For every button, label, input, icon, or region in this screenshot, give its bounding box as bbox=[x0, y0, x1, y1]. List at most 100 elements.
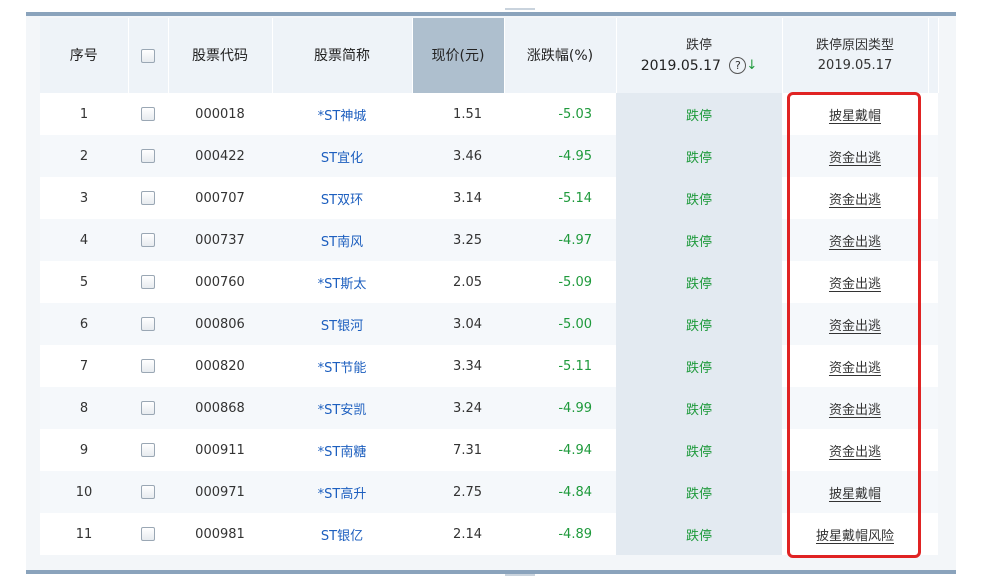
cell-change: -4.97 bbox=[504, 219, 616, 261]
checkbox-icon[interactable] bbox=[141, 233, 155, 247]
cell-name-link[interactable]: *ST斯太 bbox=[272, 261, 412, 303]
cell-code: 000018 bbox=[168, 93, 272, 135]
header-select-all[interactable] bbox=[128, 18, 169, 93]
arrow-down-icon[interactable]: ↓ bbox=[746, 58, 757, 73]
cell-reason-link[interactable]: 资金出逃 bbox=[782, 135, 928, 177]
cell-reason-link[interactable]: 资金出逃 bbox=[782, 219, 928, 261]
cell-select[interactable] bbox=[128, 303, 168, 345]
header-name[interactable]: 股票简称 bbox=[272, 18, 413, 93]
cell-select[interactable] bbox=[128, 345, 168, 387]
cell-spacer bbox=[928, 303, 938, 345]
cell-name-link[interactable]: ST双环 bbox=[272, 177, 412, 219]
cell-limit-down: 跌停 bbox=[616, 471, 782, 513]
checkbox-icon[interactable] bbox=[141, 275, 155, 289]
cell-reason-link[interactable]: 披星戴帽 bbox=[782, 471, 928, 513]
table-row[interactable]: 6 000806 ST银河 3.04 -5.00 跌停 资金出逃 bbox=[40, 303, 938, 345]
cell-price: 3.25 bbox=[412, 219, 504, 261]
table-row[interactable]: 3 000707 ST双环 3.14 -5.14 跌停 资金出逃 bbox=[40, 177, 938, 219]
cell-limit-down: 跌停 bbox=[616, 345, 782, 387]
cell-select[interactable] bbox=[128, 513, 168, 555]
checkbox-icon[interactable] bbox=[141, 527, 155, 541]
cell-reason-link[interactable]: 资金出逃 bbox=[782, 303, 928, 345]
checkbox-icon[interactable] bbox=[141, 359, 155, 373]
cell-reason-link[interactable]: 资金出逃 bbox=[782, 387, 928, 429]
cell-name-link[interactable]: *ST神城 bbox=[272, 93, 412, 135]
table-row[interactable]: 7 000820 *ST节能 3.34 -5.11 跌停 资金出逃 bbox=[40, 345, 938, 387]
checkbox-icon[interactable] bbox=[141, 191, 155, 205]
header-limit-down-date: 2019.05.17 bbox=[640, 57, 721, 74]
cell-code: 000707 bbox=[168, 177, 272, 219]
cell-reason-link[interactable]: 披星戴帽 bbox=[782, 93, 928, 135]
cell-reason-link[interactable]: 资金出逃 bbox=[782, 177, 928, 219]
checkbox-icon[interactable] bbox=[141, 443, 155, 457]
cell-name-link[interactable]: ST宜化 bbox=[272, 135, 412, 177]
cell-name-link[interactable]: ST银河 bbox=[272, 303, 412, 345]
header-limit-down-title: 跌停 bbox=[685, 37, 712, 53]
stock-table: 序号 股票代码 股票简称 现价(元) 涨跌幅(%) 跌停 2019.05.17 … bbox=[40, 18, 939, 555]
cell-name-link[interactable]: ST银亿 bbox=[272, 513, 412, 555]
cell-reason-link[interactable]: 资金出逃 bbox=[782, 261, 928, 303]
checkbox-icon[interactable] bbox=[141, 107, 155, 121]
cell-name-link[interactable]: *ST节能 bbox=[272, 345, 412, 387]
checkbox-icon[interactable] bbox=[141, 317, 155, 331]
cell-code: 000422 bbox=[168, 135, 272, 177]
cell-select[interactable] bbox=[128, 471, 168, 513]
table-row[interactable]: 11 000981 ST银亿 2.14 -4.89 跌停 披星戴帽风险 bbox=[40, 513, 938, 555]
cell-name-link[interactable]: *ST南糖 bbox=[272, 429, 412, 471]
header-reason-title: 跌停原因类型 bbox=[815, 37, 894, 53]
cell-seq: 8 bbox=[40, 387, 128, 429]
cell-seq: 7 bbox=[40, 345, 128, 387]
header-change[interactable]: 涨跌幅(%) bbox=[504, 18, 617, 93]
cell-select[interactable] bbox=[128, 135, 168, 177]
cell-price: 3.24 bbox=[412, 387, 504, 429]
table-row[interactable]: 9 000911 *ST南糖 7.31 -4.94 跌停 资金出逃 bbox=[40, 429, 938, 471]
cell-select[interactable] bbox=[128, 387, 168, 429]
header-limit-down[interactable]: 跌停 2019.05.17 ? ↓ bbox=[616, 18, 783, 93]
header-code[interactable]: 股票代码 bbox=[168, 18, 273, 93]
cell-change: -4.94 bbox=[504, 429, 616, 471]
cell-name-link[interactable]: *ST高升 bbox=[272, 471, 412, 513]
cell-limit-down: 跌停 bbox=[616, 387, 782, 429]
cell-select[interactable] bbox=[128, 177, 168, 219]
header-price[interactable]: 现价(元) bbox=[412, 18, 505, 93]
checkbox-icon[interactable] bbox=[141, 485, 155, 499]
table-row[interactable]: 4 000737 ST南风 3.25 -4.97 跌停 资金出逃 bbox=[40, 219, 938, 261]
cell-reason-link[interactable]: 资金出逃 bbox=[782, 429, 928, 471]
cell-select[interactable] bbox=[128, 219, 168, 261]
cell-change: -4.84 bbox=[504, 471, 616, 513]
cell-name-link[interactable]: ST南风 bbox=[272, 219, 412, 261]
cell-code: 000868 bbox=[168, 387, 272, 429]
cell-reason-link[interactable]: 资金出逃 bbox=[782, 345, 928, 387]
cell-code: 000737 bbox=[168, 219, 272, 261]
cell-price: 3.46 bbox=[412, 135, 504, 177]
cell-price: 3.14 bbox=[412, 177, 504, 219]
cell-select[interactable] bbox=[128, 429, 168, 471]
table-row[interactable]: 2 000422 ST宜化 3.46 -4.95 跌停 资金出逃 bbox=[40, 135, 938, 177]
header-limit-down-reason[interactable]: 跌停原因类型 2019.05.17 bbox=[782, 18, 929, 93]
cell-price: 2.14 bbox=[412, 513, 504, 555]
table-row[interactable]: 8 000868 *ST安凯 3.24 -4.99 跌停 资金出逃 bbox=[40, 387, 938, 429]
cell-name-link[interactable]: *ST安凯 bbox=[272, 387, 412, 429]
table-row[interactable]: 5 000760 *ST斯太 2.05 -5.09 跌停 资金出逃 bbox=[40, 261, 938, 303]
table-row[interactable]: 10 000971 *ST高升 2.75 -4.84 跌停 披星戴帽 bbox=[40, 471, 938, 513]
cell-price: 1.51 bbox=[412, 93, 504, 135]
cell-limit-down: 跌停 bbox=[616, 429, 782, 471]
checkbox-icon[interactable] bbox=[141, 149, 155, 163]
cell-price: 2.75 bbox=[412, 471, 504, 513]
header-seq[interactable]: 序号 bbox=[40, 18, 129, 93]
cell-change: -4.99 bbox=[504, 387, 616, 429]
checkbox-icon[interactable] bbox=[141, 401, 155, 415]
resize-handle-top[interactable] bbox=[505, 8, 535, 10]
checkbox-icon[interactable] bbox=[141, 48, 155, 63]
table-row[interactable]: 1 000018 *ST神城 1.51 -5.03 跌停 披星戴帽 bbox=[40, 93, 938, 135]
question-circle-icon[interactable]: ? bbox=[729, 57, 747, 74]
cell-spacer bbox=[928, 429, 938, 471]
header-price-label: 现价(元) bbox=[431, 47, 485, 64]
cell-select[interactable] bbox=[128, 93, 168, 135]
cell-spacer bbox=[928, 177, 938, 219]
resize-handle-bottom[interactable] bbox=[505, 574, 535, 576]
cell-code: 000911 bbox=[168, 429, 272, 471]
header-change-label: 涨跌幅(%) bbox=[526, 47, 594, 64]
cell-select[interactable] bbox=[128, 261, 168, 303]
cell-reason-link[interactable]: 披星戴帽风险 bbox=[782, 513, 928, 555]
